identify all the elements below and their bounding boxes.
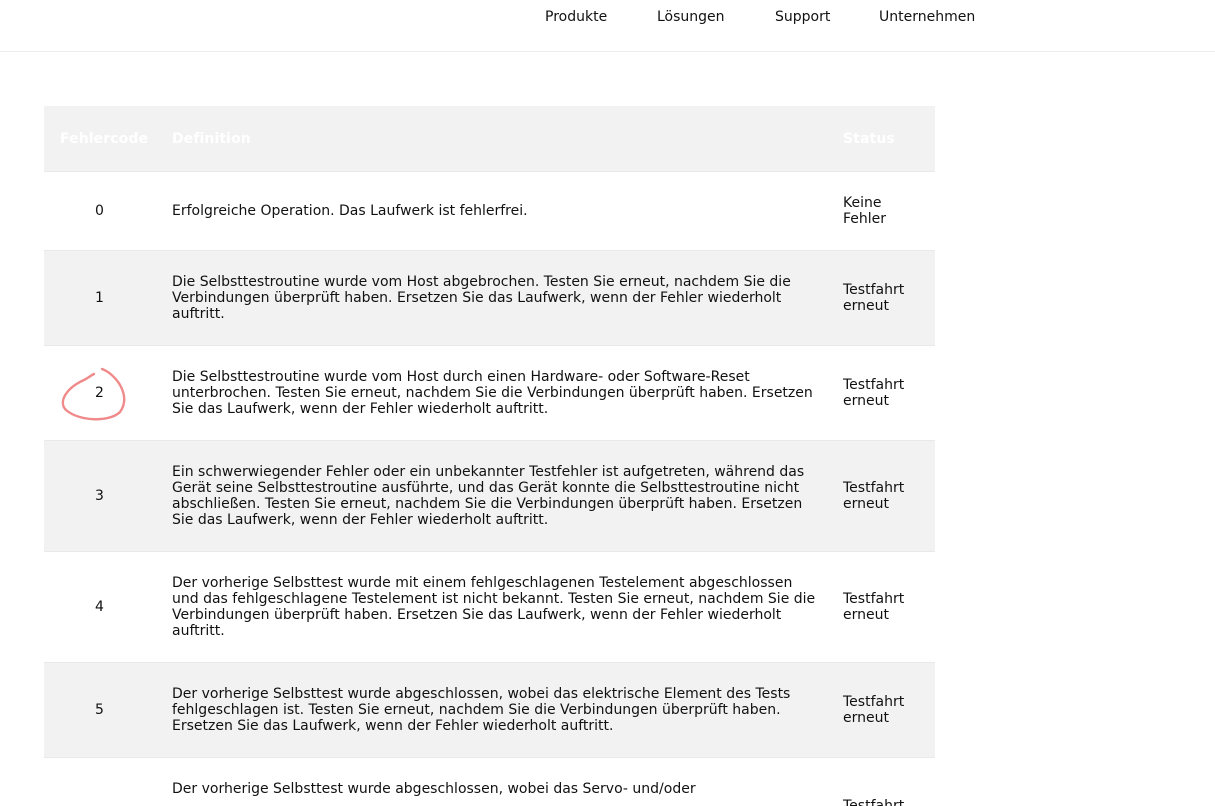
row-code: 5 <box>95 702 104 718</box>
row-code: 2 <box>95 385 104 401</box>
header-definition: Definition <box>172 130 251 147</box>
nav-produkte[interactable]: Produkte <box>545 9 607 29</box>
row-status: Testfahrt erneut <box>843 377 905 409</box>
table-row: 3 Ein schwerwiegender Fehler oder ein un… <box>44 441 935 552</box>
header-status: Status <box>843 130 895 147</box>
row-definition: Erfolgreiche Operation. Das Laufwerk ist… <box>172 203 528 219</box>
row-code: 4 <box>95 599 104 615</box>
top-navigation: Produkte Lösungen Support Unternehmen <box>0 0 1215 52</box>
row-status: Testfahrt erneut <box>843 591 905 623</box>
row-definition: Der vorherige Selbsttest wurde abgeschlo… <box>172 781 696 797</box>
row-definition: Der vorherige Selbsttest wurde mit einem… <box>172 575 816 639</box>
nav-loesungen[interactable]: Lösungen <box>657 9 725 29</box>
nav-unternehmen[interactable]: Unternehmen <box>879 9 975 29</box>
table-row: 0 Erfolgreiche Operation. Das Laufwerk i… <box>44 172 935 251</box>
table-row: 4 Der vorherige Selbsttest wurde mit ein… <box>44 552 935 663</box>
table-row: 2 Die Selbsttestroutine wurde vom Host d… <box>44 346 935 441</box>
row-code: 1 <box>95 290 104 306</box>
table-row: Der vorherige Selbsttest wurde abgeschlo… <box>44 758 935 806</box>
row-definition: Ein schwerwiegender Fehler oder ein unbe… <box>172 464 805 528</box>
row-definition: Die Selbsttestroutine wurde vom Host abg… <box>172 274 791 322</box>
nav-support[interactable]: Support <box>775 9 830 29</box>
row-definition: Die Selbsttestroutine wurde vom Host dur… <box>172 369 813 417</box>
row-code: 0 <box>95 203 104 219</box>
table-row: 1 Die Selbsttestroutine wurde vom Host a… <box>44 251 935 346</box>
row-status: Testfahrt erneut <box>843 480 905 512</box>
table-header-row: Fehlercode Definition Status <box>44 106 935 172</box>
table-row: 5 Der vorherige Selbsttest wurde abgesch… <box>44 663 935 758</box>
row-status: Keine Fehler <box>843 195 887 227</box>
row-status: Testfahrt <box>843 798 905 806</box>
row-status: Testfahrt erneut <box>843 694 905 726</box>
row-status: Testfahrt erneut <box>843 282 905 314</box>
header-fehlercode: Fehlercode <box>60 130 149 147</box>
error-code-table: Fehlercode Definition Status 0 Erfolgrei… <box>44 106 935 806</box>
row-code: 3 <box>95 488 104 504</box>
row-definition: Der vorherige Selbsttest wurde abgeschlo… <box>172 686 791 734</box>
